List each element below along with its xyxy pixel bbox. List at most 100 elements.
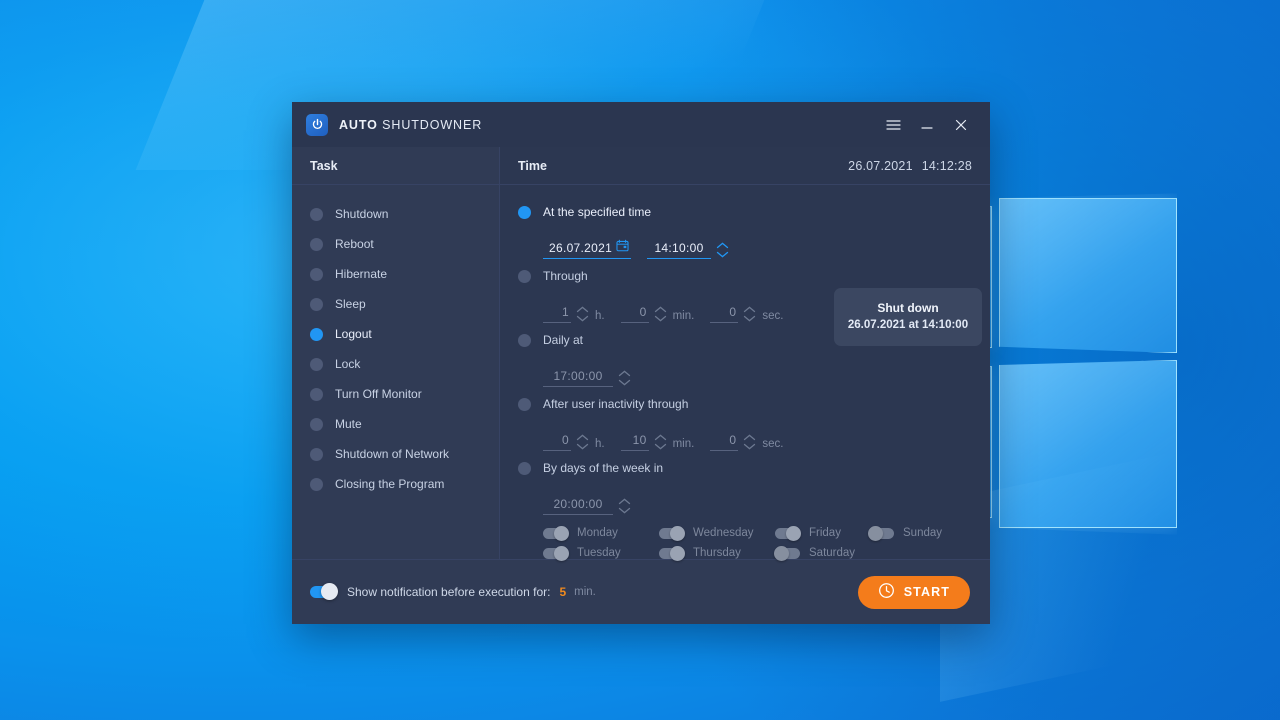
notification-minutes-unit: min. bbox=[574, 586, 596, 598]
notification-minutes-value[interactable]: 5 bbox=[559, 585, 566, 599]
option-by-days-of-week-radio[interactable]: By days of the week in bbox=[518, 455, 972, 481]
calendar-icon[interactable] bbox=[616, 239, 629, 257]
footer-bar: Show notification before execution for: … bbox=[292, 560, 990, 624]
radio-icon bbox=[518, 397, 531, 411]
toggle-icon[interactable] bbox=[543, 545, 569, 561]
minimize-icon[interactable] bbox=[910, 110, 944, 140]
daily-at-fields: 17:00:00 bbox=[518, 353, 972, 387]
radio-icon bbox=[518, 333, 531, 347]
notification-label: Show notification before execution for: bbox=[347, 585, 551, 599]
radio-icon bbox=[518, 461, 531, 475]
daily-at-time-input[interactable]: 17:00:00 bbox=[543, 366, 613, 387]
app-title-thin: SHUTDOWNER bbox=[382, 117, 483, 132]
close-icon[interactable] bbox=[944, 110, 978, 140]
through-hours-stepper[interactable] bbox=[576, 306, 589, 322]
daily-at-time-value: 17:00:00 bbox=[553, 369, 603, 383]
option-at-specified-time-radio[interactable]: At the specified time bbox=[518, 199, 972, 225]
notification-toggle[interactable] bbox=[310, 583, 338, 600]
option-label: Through bbox=[543, 269, 588, 283]
inactivity-hours-value: 0 bbox=[562, 433, 569, 447]
weekday-toggle-monday[interactable]: Monday bbox=[543, 523, 659, 543]
radio-selected-icon bbox=[310, 327, 323, 341]
weekday-toggle-sunday[interactable]: Sunday bbox=[868, 523, 972, 543]
start-button[interactable]: START bbox=[857, 575, 970, 609]
toggle-icon[interactable] bbox=[868, 525, 894, 541]
task-label: Shutdown of Network bbox=[335, 447, 450, 461]
through-minutes-stepper[interactable] bbox=[654, 306, 667, 322]
option-label: By days of the week in bbox=[543, 461, 664, 475]
inactivity-hours-unit: h. bbox=[595, 438, 605, 450]
inactivity-minutes-unit: min. bbox=[672, 438, 695, 450]
task-label: Sleep bbox=[335, 297, 366, 311]
at-specified-time-fields: 26.07.2021 14:10:00 bbox=[518, 225, 972, 259]
specified-time-stepper[interactable] bbox=[716, 242, 729, 258]
time-column-header: Time bbox=[518, 158, 547, 173]
task-label: Shutdown bbox=[335, 207, 389, 221]
option-label: Daily at bbox=[543, 333, 584, 347]
through-seconds-input[interactable]: 0 bbox=[710, 302, 739, 323]
inactivity-hours-stepper[interactable] bbox=[576, 434, 589, 450]
task-label: Logout bbox=[335, 327, 372, 341]
task-item-shutdown-of-network[interactable]: Shutdown of Network bbox=[292, 439, 499, 469]
weekday-toggle-wednesday[interactable]: Wednesday bbox=[659, 523, 775, 543]
weekday-toggle-friday[interactable]: Friday bbox=[775, 523, 869, 543]
through-minutes-input[interactable]: 0 bbox=[620, 302, 649, 323]
option-through-radio[interactable]: Through bbox=[518, 263, 972, 289]
through-hours-value: 1 bbox=[562, 305, 569, 319]
task-item-hibernate[interactable]: Hibernate bbox=[292, 259, 499, 289]
radio-icon bbox=[310, 447, 323, 461]
inactivity-seconds-stepper[interactable] bbox=[743, 434, 756, 450]
task-item-closing-the-program[interactable]: Closing the Program bbox=[292, 469, 499, 499]
weekday-label: Thursday bbox=[693, 547, 741, 559]
toggle-icon[interactable] bbox=[543, 525, 569, 541]
weekday-toggle-tuesday[interactable]: Tuesday bbox=[543, 543, 659, 563]
specified-time-input[interactable]: 14:10:00 bbox=[647, 238, 711, 259]
option-label: At the specified time bbox=[543, 205, 652, 219]
radio-icon bbox=[310, 267, 323, 281]
option-after-inactivity: After user inactivity through 0 h. 10 mi… bbox=[518, 391, 972, 451]
toggle-icon[interactable] bbox=[659, 545, 685, 561]
inactivity-hours-input[interactable]: 0 bbox=[543, 430, 571, 451]
current-time: 14:12:28 bbox=[921, 158, 972, 173]
option-at-specified-time: At the specified time 26.07.2021 14:10:0… bbox=[518, 199, 972, 259]
current-date: 26.07.2021 bbox=[848, 158, 913, 173]
title-bar[interactable]: AUTO SHUTDOWNER bbox=[292, 102, 990, 147]
through-seconds-stepper[interactable] bbox=[743, 306, 756, 322]
inactivity-minutes-input[interactable]: 10 bbox=[620, 430, 649, 451]
inactivity-seconds-input[interactable]: 0 bbox=[710, 430, 739, 451]
task-item-lock[interactable]: Lock bbox=[292, 349, 499, 379]
inactivity-minutes-value: 10 bbox=[632, 433, 647, 447]
scheduled-action-title: Shut down bbox=[877, 301, 939, 315]
task-list-panel: Shutdown Reboot Hibernate Sleep Logout L… bbox=[292, 185, 500, 559]
task-item-reboot[interactable]: Reboot bbox=[292, 229, 499, 259]
by-days-time-stepper[interactable] bbox=[618, 498, 631, 514]
toggle-icon[interactable] bbox=[775, 525, 801, 541]
hamburger-menu-icon[interactable] bbox=[876, 110, 910, 140]
daily-at-time-stepper[interactable] bbox=[618, 370, 631, 386]
task-item-mute[interactable]: Mute bbox=[292, 409, 499, 439]
weekday-toggle-saturday[interactable]: Saturday bbox=[774, 543, 869, 563]
inactivity-minutes-stepper[interactable] bbox=[654, 434, 667, 450]
option-label: After user inactivity through bbox=[543, 397, 689, 411]
by-days-time-input[interactable]: 20:00:00 bbox=[543, 494, 613, 515]
through-hours-unit: h. bbox=[595, 310, 605, 322]
weekday-label: Friday bbox=[809, 527, 841, 539]
radio-icon bbox=[310, 387, 323, 401]
task-item-logout[interactable]: Logout bbox=[292, 319, 499, 349]
specified-date-input[interactable]: 26.07.2021 bbox=[543, 238, 631, 259]
radio-icon bbox=[310, 357, 323, 371]
by-days-time-value: 20:00:00 bbox=[553, 497, 603, 511]
weekday-grid-filler bbox=[869, 543, 972, 563]
after-inactivity-fields: 0 h. 10 min. 0 sec. bbox=[518, 417, 972, 451]
toggle-icon[interactable] bbox=[659, 525, 685, 541]
weekday-toggle-thursday[interactable]: Thursday bbox=[659, 543, 775, 563]
option-after-inactivity-radio[interactable]: After user inactivity through bbox=[518, 391, 972, 417]
specified-time-value: 14:10:00 bbox=[654, 241, 704, 255]
weekday-label: Wednesday bbox=[693, 527, 754, 539]
task-label: Turn Off Monitor bbox=[335, 387, 422, 401]
task-item-sleep[interactable]: Sleep bbox=[292, 289, 499, 319]
toggle-icon[interactable] bbox=[774, 545, 800, 561]
task-item-turn-off-monitor[interactable]: Turn Off Monitor bbox=[292, 379, 499, 409]
through-hours-input[interactable]: 1 bbox=[543, 302, 571, 323]
task-item-shutdown[interactable]: Shutdown bbox=[292, 199, 499, 229]
